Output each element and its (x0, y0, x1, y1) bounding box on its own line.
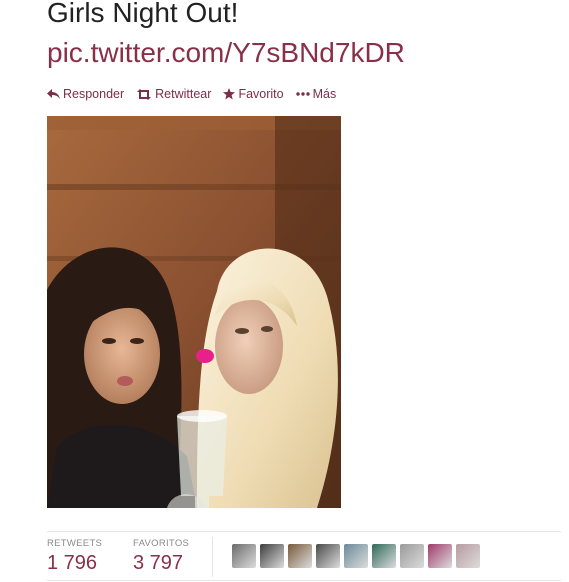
retweets-label: RETWEETS (47, 538, 103, 549)
more-button[interactable]: Más (295, 87, 337, 101)
retweet-button[interactable]: Retwittear (136, 87, 211, 101)
tweet-text: Girls Night Out! (47, 0, 239, 28)
more-label: Más (312, 87, 337, 101)
favoriting-users (232, 544, 480, 568)
avatar[interactable] (372, 544, 396, 568)
more-icon (295, 92, 310, 96)
avatar[interactable] (260, 544, 284, 568)
retweet-label: Retwittear (155, 87, 212, 101)
retweets-stat[interactable]: RETWEETS 1 796 (47, 538, 102, 575)
avatar[interactable] (232, 544, 256, 568)
avatar[interactable] (400, 544, 424, 568)
avatar[interactable] (456, 544, 480, 568)
tweet-photo[interactable] (47, 116, 341, 508)
favorites-stat[interactable]: FAVORITOS 3 797 (133, 538, 189, 575)
star-icon (223, 88, 236, 100)
reply-button[interactable]: Responder (47, 87, 124, 101)
favorites-count: 3 797 (133, 552, 184, 574)
avatar[interactable] (344, 544, 368, 568)
favorite-button[interactable]: Favorito (223, 87, 284, 101)
retweets-count: 1 796 (47, 552, 98, 574)
tweet-photo-link[interactable]: pic.twitter.com/Y7sBNd7kDR (47, 34, 405, 72)
avatar[interactable] (316, 544, 340, 568)
reply-label: Responder (63, 87, 125, 101)
avatar[interactable] (428, 544, 452, 568)
stats-divider-top (47, 531, 561, 532)
avatar[interactable] (288, 544, 312, 568)
favorites-label: FAVORITOS (133, 538, 190, 549)
stats-separator (212, 537, 213, 577)
stats-divider-bottom (47, 580, 561, 581)
tweet-actions: Responder Retwittear Favorito Más (47, 87, 336, 101)
favorite-label: Favorito (238, 87, 284, 101)
reply-icon (47, 88, 60, 100)
retweet-icon (136, 88, 152, 100)
